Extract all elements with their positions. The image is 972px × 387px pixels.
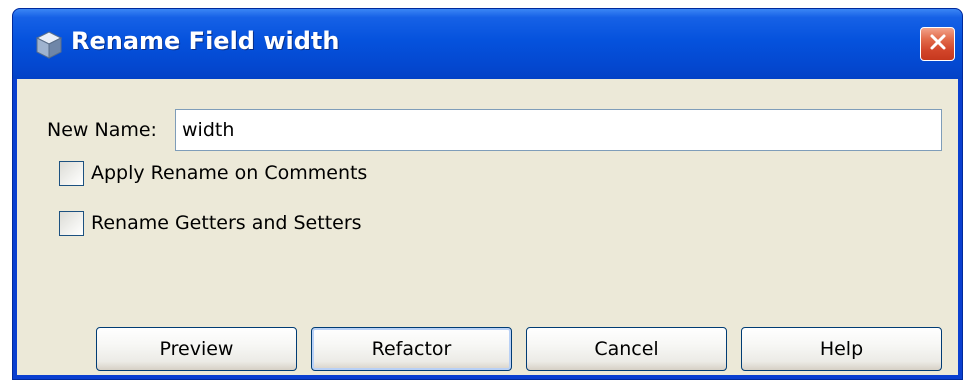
new-name-input[interactable] bbox=[175, 109, 942, 151]
close-icon bbox=[928, 32, 948, 56]
rename-getters-setters-option[interactable]: Rename Getters and Setters bbox=[59, 209, 362, 237]
apply-rename-comments-label[interactable]: Apply Rename on Comments bbox=[91, 162, 367, 184]
dialog-title: Rename Field width bbox=[71, 27, 340, 55]
apply-rename-comments-option[interactable]: Apply Rename on Comments bbox=[59, 159, 367, 187]
cancel-button[interactable]: Cancel bbox=[526, 327, 727, 371]
title-bar[interactable]: Rename Field width bbox=[13, 9, 962, 79]
rename-getters-setters-label[interactable]: Rename Getters and Setters bbox=[91, 212, 362, 234]
new-name-label: New Name: bbox=[47, 119, 157, 141]
dialog-content: New Name: Apply Rename on Comments Renam… bbox=[17, 79, 958, 375]
refactor-button[interactable]: Refactor bbox=[311, 327, 512, 371]
rename-dialog: Rename Field width New Name: Apply Renam… bbox=[12, 8, 963, 380]
close-button[interactable] bbox=[920, 27, 955, 61]
preview-button[interactable]: Preview bbox=[96, 327, 297, 371]
app-cube-icon bbox=[35, 30, 63, 60]
help-button[interactable]: Help bbox=[741, 327, 942, 371]
rename-getters-setters-checkbox[interactable] bbox=[59, 210, 84, 236]
apply-rename-comments-checkbox[interactable] bbox=[59, 160, 84, 186]
